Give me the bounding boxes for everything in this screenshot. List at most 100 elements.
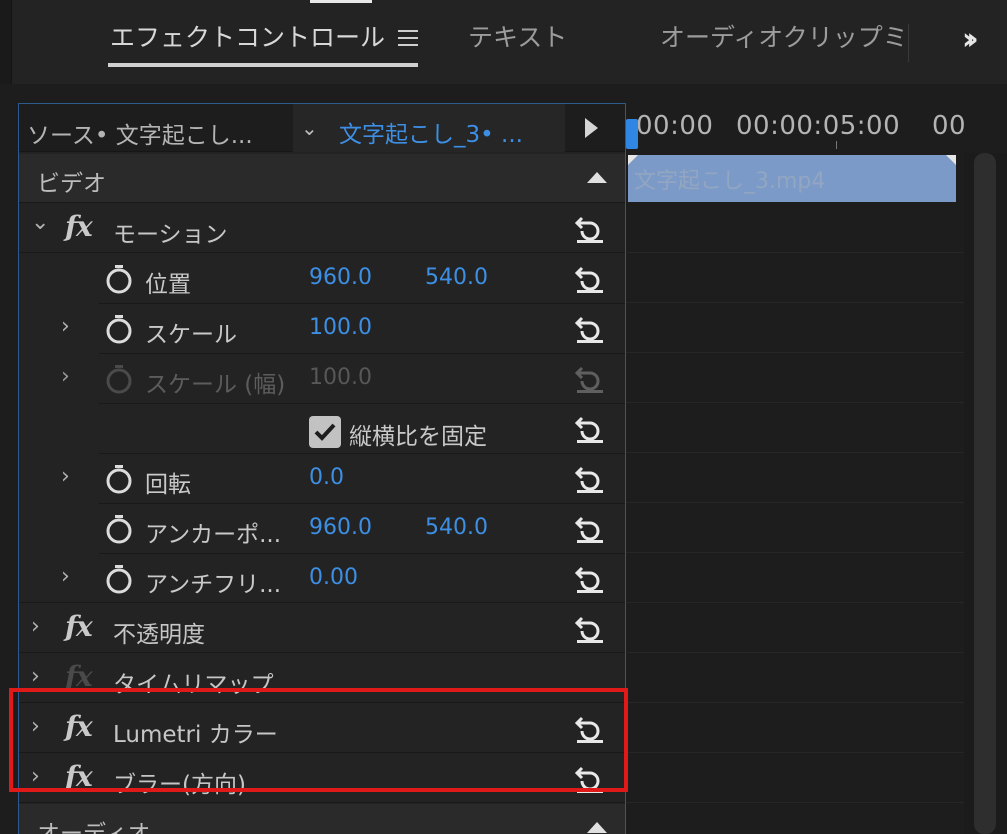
video-section-label: ビデオ [37,171,106,197]
effect-row-directional-blur[interactable]: › fx ブラー(方向) [19,754,625,803]
collapse-triangle-icon[interactable] [587,822,607,833]
reset-icon[interactable] [573,212,605,244]
timeline-row-divider [626,652,964,653]
effect-label-time-remap: タイムリマップ [113,672,274,698]
property-label-scale: スケール [145,322,237,348]
stopwatch-icon[interactable] [105,564,133,594]
reset-icon[interactable] [573,562,605,594]
effect-row-motion[interactable]: ⌄ fx モーション [19,204,625,253]
panel-menu-icon[interactable] [398,30,418,48]
property-row-anchor-point: アンカーポ... 960.0 540.0 [19,504,625,554]
fx-icon[interactable]: fx [65,610,93,643]
anti-flicker-value[interactable]: 0.00 [309,565,358,590]
chevron-right-icon[interactable]: › [61,314,70,339]
fx-icon[interactable]: fx [65,710,93,743]
reset-icon[interactable] [573,312,605,344]
timeline-clip[interactable]: 文字起こし_3.mp4 [628,155,956,202]
effect-label-lumetri: Lumetri カラー [113,722,278,748]
reset-icon[interactable] [573,412,605,444]
reset-icon [574,366,603,393]
effect-label-motion: モーション [113,222,228,248]
effect-row-opacity[interactable]: › fx 不透明度 [19,604,625,653]
timeline-row-divider [626,252,964,253]
timeline-row-divider [626,752,964,753]
reset-icon[interactable] [573,612,605,644]
checkmark-icon [314,423,336,441]
source-clip-label[interactable]: ソース• 文字起こし... [27,116,253,150]
chevron-down-icon[interactable]: ⌄ [31,210,49,235]
timeline-row-divider [626,502,964,503]
property-label-anti-flicker: アンチフリ... [145,572,282,598]
reset-icon[interactable] [573,462,605,494]
property-row-scale-width: › スケール (幅) 100.0 [19,354,625,404]
collapse-triangle-icon[interactable] [587,172,607,183]
chevron-down-icon: ⌄ [301,116,318,140]
scale-value[interactable]: 100.0 [309,315,372,340]
active-tab-underline [108,63,418,67]
chevron-right-icon[interactable]: › [31,664,40,689]
fx-icon[interactable]: fx [65,760,93,793]
audio-section-header[interactable]: オーディオ [19,804,625,834]
property-label-anchor-point: アンカーポ... [145,522,282,548]
timeline-row-divider [626,552,964,553]
chevron-right-icon[interactable]: › [31,614,40,639]
video-section-header[interactable]: ビデオ [19,154,625,203]
reset-icon[interactable] [573,762,605,794]
stopwatch-icon[interactable] [105,314,133,344]
chevron-right-icon[interactable]: › [31,764,40,789]
chevron-right-icon[interactable]: › [61,564,70,589]
panel-drag-indicator[interactable] [310,0,372,3]
property-row-rotation: › 回転 0.0 [19,454,625,504]
property-label-scale-width: スケール (幅) [145,372,286,398]
reset-icon[interactable] [573,712,605,744]
panel-edge [0,0,12,84]
time-ruler[interactable]: 00:00 00:00:05:00 00 [626,103,967,153]
tab-overflow-icon[interactable]: ›› [962,22,978,57]
tab-effect-controls[interactable]: エフェクトコントロール [110,18,385,54]
tab-text[interactable]: テキスト [468,18,567,54]
play-icon[interactable] [585,118,598,138]
chevron-right-icon[interactable]: › [61,364,70,389]
effect-row-time-remap[interactable]: › fx タイムリマップ [19,654,625,703]
effect-row-lumetri[interactable]: › fx Lumetri カラー [19,704,625,753]
fx-icon: fx [65,660,93,693]
ruler-tick [836,141,837,149]
property-row-scale: › スケール 100.0 [19,304,625,354]
property-row-position: 位置 960.0 540.0 [19,254,625,304]
timeline-row-divider [626,702,964,703]
timeline-row-divider [626,402,964,403]
time-end-label: 00 [932,111,967,141]
anchor-x-value[interactable]: 960.0 [309,515,372,540]
vertical-scrollbar[interactable] [964,153,1007,834]
reset-icon[interactable] [573,262,605,294]
anchor-y-value[interactable]: 540.0 [425,515,488,540]
source-bar: ソース• 文字起こし... ⌄ 文字起こし_3• ... [19,104,625,152]
uniform-scale-checkbox[interactable] [309,416,341,448]
position-y-value[interactable]: 540.0 [425,265,488,290]
chevron-right-icon[interactable]: › [31,714,40,739]
position-x-value[interactable]: 960.0 [309,265,372,290]
property-label-position: 位置 [145,272,191,298]
sequence-clip-label: 文字起こし_3• ... [339,122,523,148]
scale-width-value: 100.0 [309,365,372,390]
property-row-anti-flicker: › アンチフリ... 0.00 [19,554,625,603]
stopwatch-icon[interactable] [105,464,133,494]
stopwatch-icon[interactable] [105,264,133,294]
playhead[interactable] [626,119,638,149]
sequence-clip-dropdown[interactable]: ⌄ 文字起こし_3• ... [293,104,565,152]
stopwatch-icon[interactable] [105,514,133,544]
rotation-value[interactable]: 0.0 [309,465,344,490]
time-mid-label: 00:00:05:00 [736,111,901,141]
timeline-row-divider [626,452,964,453]
tab-audio-clip-mixer[interactable]: オーディオクリップミキ [660,18,906,54]
chevron-right-icon[interactable]: › [61,464,70,489]
panel-tab-bar: エフェクトコントロール テキスト オーディオクリップミキ ›› [0,0,1007,84]
clip-out-marker [946,155,956,165]
reset-icon[interactable] [573,512,605,544]
effect-controls-timeline: 00:00 00:00:05:00 00 文字起こし_3.mp4 [626,103,1007,834]
time-start-label: 00:00 [636,111,714,141]
scrollbar-thumb[interactable] [974,153,996,834]
effect-label-directional-blur: ブラー(方向) [113,772,246,798]
property-label-rotation: 回転 [145,472,191,498]
fx-icon[interactable]: fx [65,210,93,243]
